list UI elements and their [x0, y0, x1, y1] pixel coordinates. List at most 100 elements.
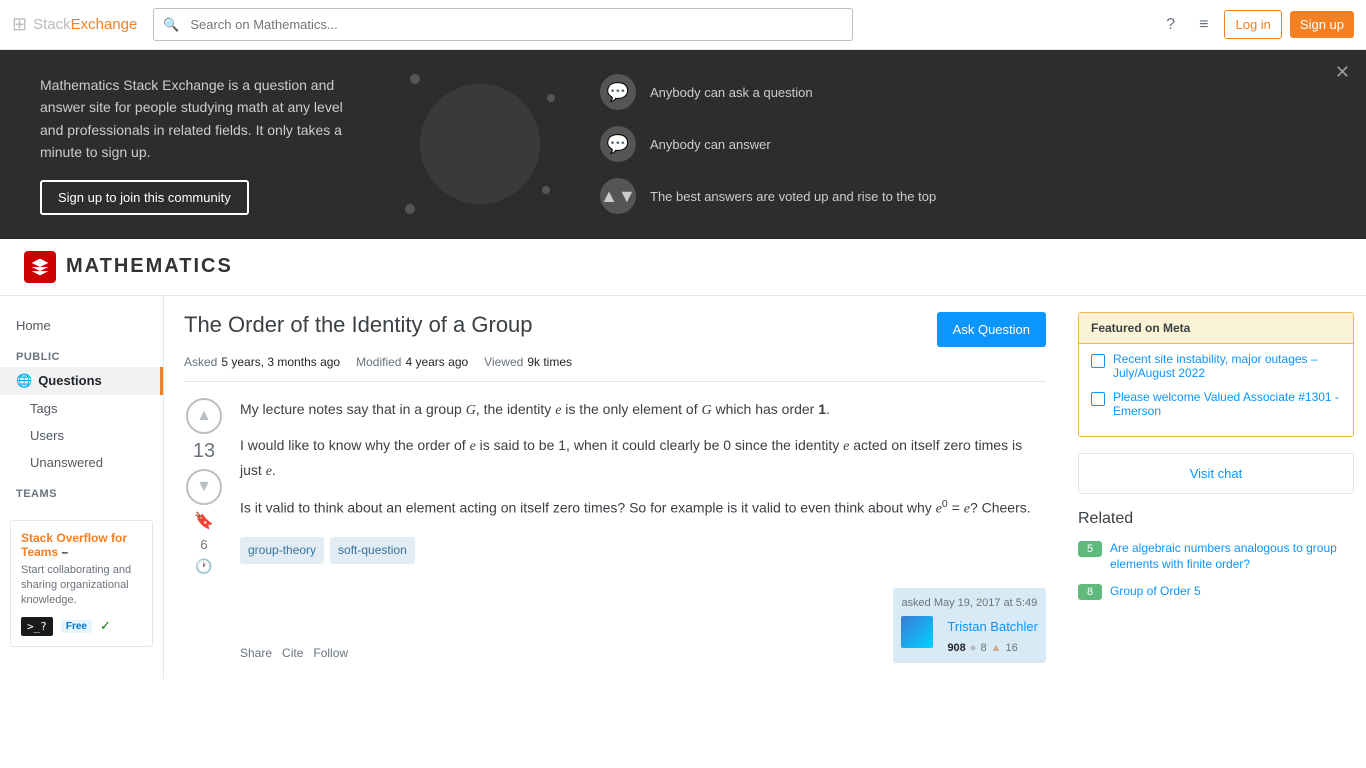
login-button[interactable]: Log in: [1224, 10, 1281, 39]
teams-section-label: TEAMS: [0, 476, 163, 504]
sidebar: Home PUBLIC 🌐 Questions Tags Users Unans…: [0, 296, 164, 680]
related-box: Related 5 Are algebraic numbers analogou…: [1078, 510, 1354, 601]
featured-meta-item-1[interactable]: Please welcome Valued Associate #1301 - …: [1091, 390, 1341, 418]
inbox-icon-button[interactable]: ≡: [1191, 12, 1216, 38]
teams-title: Stack Overflow for Teams –: [21, 531, 142, 559]
sidebar-item-questions[interactable]: 🌐 Questions: [0, 367, 163, 395]
question-title: The Order of the Identity of a Group: [184, 312, 921, 338]
hero-description: Mathematics Stack Exchange is a question…: [40, 74, 360, 164]
join-community-button[interactable]: Sign up to join this community: [40, 180, 249, 215]
topbar-right: ? ≡ Log in Sign up: [1158, 10, 1354, 39]
meta-icon-0: [1091, 354, 1105, 368]
silver-count: 8: [980, 639, 986, 658]
bookmark-button[interactable]: 🔖: [194, 511, 214, 531]
avatar: [901, 616, 933, 648]
question-body: ▲ 13 ▼ 🔖 6 🕐 My lecture notes say that i…: [184, 398, 1046, 664]
vote-column: ▲ 13 ▼ 🔖 6 🕐: [184, 398, 224, 664]
stack-icon: ⊞: [12, 14, 27, 35]
meta-icon-1: [1091, 392, 1105, 406]
site-logo[interactable]: MATHEMATICS: [24, 251, 233, 283]
sidebar-item-users[interactable]: Users: [0, 422, 163, 449]
ask-question-button[interactable]: Ask Question: [937, 312, 1046, 347]
sidebar-item-unanswered[interactable]: Unanswered: [0, 449, 163, 476]
hero-text: Mathematics Stack Exchange is a question…: [40, 74, 360, 215]
help-icon-button[interactable]: ?: [1158, 12, 1183, 38]
featured-meta-item-0[interactable]: Recent site instability, major outages –…: [1091, 352, 1341, 380]
upvote-button[interactable]: ▲: [186, 398, 222, 434]
featured-meta-items: Recent site instability, major outages –…: [1079, 344, 1353, 436]
featured-meta-box: Featured on Meta Recent site instability…: [1078, 312, 1354, 437]
teams-promo-icon: >_?: [21, 617, 53, 636]
hero-feature-vote: ▲▼ The best answers are voted up and ris…: [600, 178, 936, 214]
downvote-button[interactable]: ▼: [186, 469, 222, 505]
asked-meta: Asked 5 years, 3 months ago: [184, 355, 340, 369]
teams-desc: Start collaborating and sharing organiza…: [21, 563, 142, 609]
post-paragraph-3: Is it valid to think about an element ac…: [240, 496, 1046, 521]
user-card: asked May 19, 2017 at 5:49 Tristan Batch…: [893, 588, 1046, 663]
ask-icon: 💬: [600, 74, 636, 110]
follow-link[interactable]: Follow: [313, 643, 348, 663]
hero-feature-answer: 💬 Anybody can answer: [600, 126, 936, 162]
related-link-0[interactable]: Are algebraic numbers analogous to group…: [1110, 540, 1354, 574]
content-area: The Order of the Identity of a Group Ask…: [164, 296, 1066, 680]
sidebar-item-tags[interactable]: Tags: [0, 395, 163, 422]
share-link[interactable]: Share: [240, 643, 272, 663]
bronze-count: 16: [1005, 639, 1017, 658]
asked-label: asked May 19, 2017 at 5:49: [901, 594, 1038, 613]
answer-icon: 💬: [600, 126, 636, 162]
post-tags: group-theory soft-question: [240, 537, 1046, 563]
teams-box: Stack Overflow for Teams – Start collabo…: [10, 520, 153, 647]
rep-score: 908: [947, 639, 965, 658]
hero-graphic: [420, 84, 540, 204]
tag-soft-question[interactable]: soft-question: [330, 537, 415, 563]
post-paragraph-1: My lecture notes say that in a group G, …: [240, 398, 1046, 423]
search-bar: 🔍: [153, 8, 853, 41]
search-icon: 🔍: [163, 17, 179, 33]
bronze-badge-icon: ▲: [991, 639, 1002, 658]
hero-close-button[interactable]: ✕: [1335, 62, 1350, 83]
topbar: ⊞ StackExchange 🔍 ? ≡ Log in Sign up: [0, 0, 1366, 50]
viewed-meta: Viewed 9k times: [484, 355, 572, 369]
question-header: The Order of the Identity of a Group Ask…: [184, 312, 1046, 347]
site-header: MATHEMATICS: [0, 239, 1366, 296]
related-item-1: 8 Group of Order 5: [1078, 583, 1354, 600]
check-icon: ✓: [100, 618, 111, 634]
related-score-0: 5: [1078, 541, 1102, 557]
hero-features: 💬 Anybody can ask a question 💬 Anybody c…: [600, 74, 936, 214]
related-item-0: 5 Are algebraic numbers analogous to gro…: [1078, 540, 1354, 574]
free-badge: Free: [61, 620, 92, 633]
visit-chat-button[interactable]: Visit chat: [1078, 453, 1354, 494]
vote-count: 13: [193, 440, 215, 463]
tag-group-theory[interactable]: group-theory: [240, 537, 324, 563]
user-stats: 908 ● 8 ▲ 16: [947, 639, 1038, 658]
topbar-logo[interactable]: ⊞ StackExchange: [12, 14, 137, 35]
hero-feature-ask: 💬 Anybody can ask a question: [600, 74, 936, 110]
teams-link[interactable]: Stack Overflow for Teams: [21, 531, 127, 559]
bookmark-count: 6: [200, 537, 207, 552]
hero-banner: ✕ Mathematics Stack Exchange is a questi…: [0, 50, 1366, 239]
post-user-info: asked May 19, 2017 at 5:49 Tristan Batch…: [893, 588, 1046, 663]
site-logo-icon: [24, 251, 56, 283]
silver-badge-icon: ●: [970, 639, 977, 658]
site-title: MATHEMATICS: [66, 255, 233, 278]
related-title: Related: [1078, 510, 1354, 528]
post-paragraph-2: I would like to know why the order of e …: [240, 434, 1046, 484]
history-button[interactable]: 🕐: [195, 558, 212, 575]
teams-promo: >_? Free ✓: [21, 617, 142, 636]
related-link-1[interactable]: Group of Order 5: [1110, 583, 1201, 600]
modified-meta: Modified 4 years ago: [356, 355, 468, 369]
right-sidebar: Featured on Meta Recent site instability…: [1066, 296, 1366, 680]
related-score-1: 8: [1078, 584, 1102, 600]
search-input[interactable]: [153, 8, 853, 41]
post-actions: Share Cite Follow: [240, 643, 348, 663]
main-layout: Home PUBLIC 🌐 Questions Tags Users Unans…: [0, 296, 1366, 680]
vote-icon: ▲▼: [600, 178, 636, 214]
user-name[interactable]: Tristan Batchler: [947, 616, 1038, 638]
signup-button[interactable]: Sign up: [1290, 11, 1354, 38]
brand-name: StackExchange: [33, 16, 137, 33]
featured-meta-title: Featured on Meta: [1079, 313, 1353, 344]
questions-globe-icon: 🌐: [16, 373, 32, 389]
question-meta: Asked 5 years, 3 months ago Modified 4 y…: [184, 355, 1046, 382]
cite-link[interactable]: Cite: [282, 643, 303, 663]
sidebar-item-home[interactable]: Home: [0, 312, 163, 339]
